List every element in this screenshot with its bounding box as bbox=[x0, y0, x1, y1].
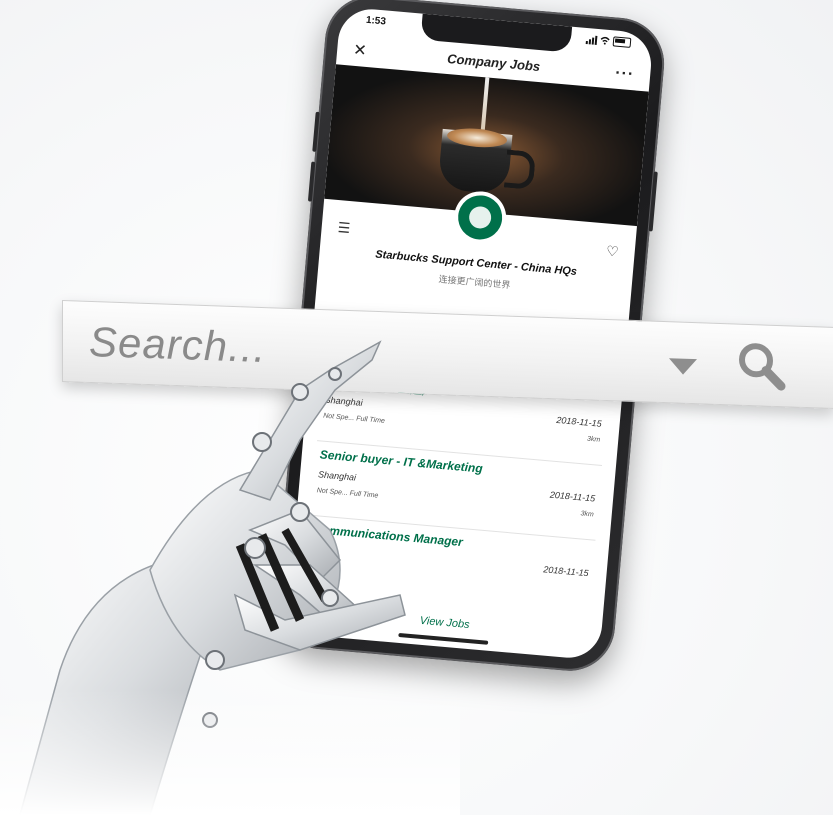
stage: 1:53 ✕ Company Jobs ··· ☰ ♡ Starbucks Su… bbox=[0, 0, 833, 815]
wifi-icon bbox=[600, 36, 610, 45]
nav-title: Company Jobs bbox=[446, 51, 541, 75]
battery-icon bbox=[612, 36, 632, 48]
heart-icon[interactable]: ♡ bbox=[605, 243, 619, 261]
job-distance: 3km bbox=[580, 510, 594, 519]
menu-icon[interactable]: ☰ bbox=[337, 219, 351, 237]
job-distance: 3km bbox=[586, 435, 601, 444]
status-time: 1:53 bbox=[365, 14, 387, 28]
logo-emblem bbox=[456, 193, 504, 242]
status-icons bbox=[585, 34, 632, 48]
milk-stream bbox=[480, 77, 490, 133]
signal-icon bbox=[585, 35, 598, 45]
chevron-down-icon[interactable] bbox=[669, 358, 697, 376]
close-icon[interactable]: ✕ bbox=[352, 36, 368, 67]
cup-handle bbox=[503, 149, 537, 190]
job-date: 2018-11-15 bbox=[555, 414, 603, 429]
robot-hand-illustration bbox=[0, 340, 460, 815]
search-icon[interactable] bbox=[735, 339, 787, 393]
job-date: 2018-11-15 bbox=[549, 489, 596, 504]
more-icon[interactable]: ··· bbox=[614, 59, 636, 91]
job-date: 2018-11-15 bbox=[542, 564, 589, 579]
